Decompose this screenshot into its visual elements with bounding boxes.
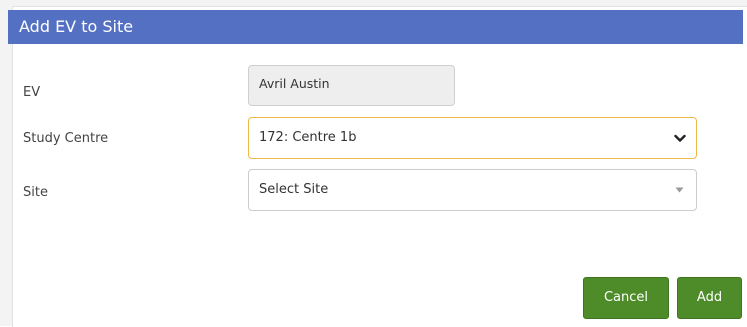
site-label: Site <box>23 185 48 200</box>
study-centre-label: Study Centre <box>23 131 109 146</box>
dialog-title: Add EV to Site <box>8 10 743 44</box>
ev-label: EV <box>23 85 41 100</box>
chevron-down-icon <box>674 118 686 158</box>
page-background: Add EV to Site EV Avril Austin Study Cen… <box>0 0 747 327</box>
site-placeholder: Select Site <box>259 182 329 197</box>
study-centre-selected-value: 172: Centre 1b <box>259 130 357 145</box>
study-centre-select[interactable]: 172: Centre 1b <box>248 117 697 159</box>
caret-down-icon <box>675 170 684 210</box>
ev-value: Avril Austin <box>259 76 330 91</box>
add-button[interactable]: Add <box>677 277 742 319</box>
site-select[interactable]: Select Site <box>248 169 697 211</box>
ev-field: Avril Austin <box>248 65 455 106</box>
cancel-button[interactable]: Cancel <box>583 277 669 319</box>
